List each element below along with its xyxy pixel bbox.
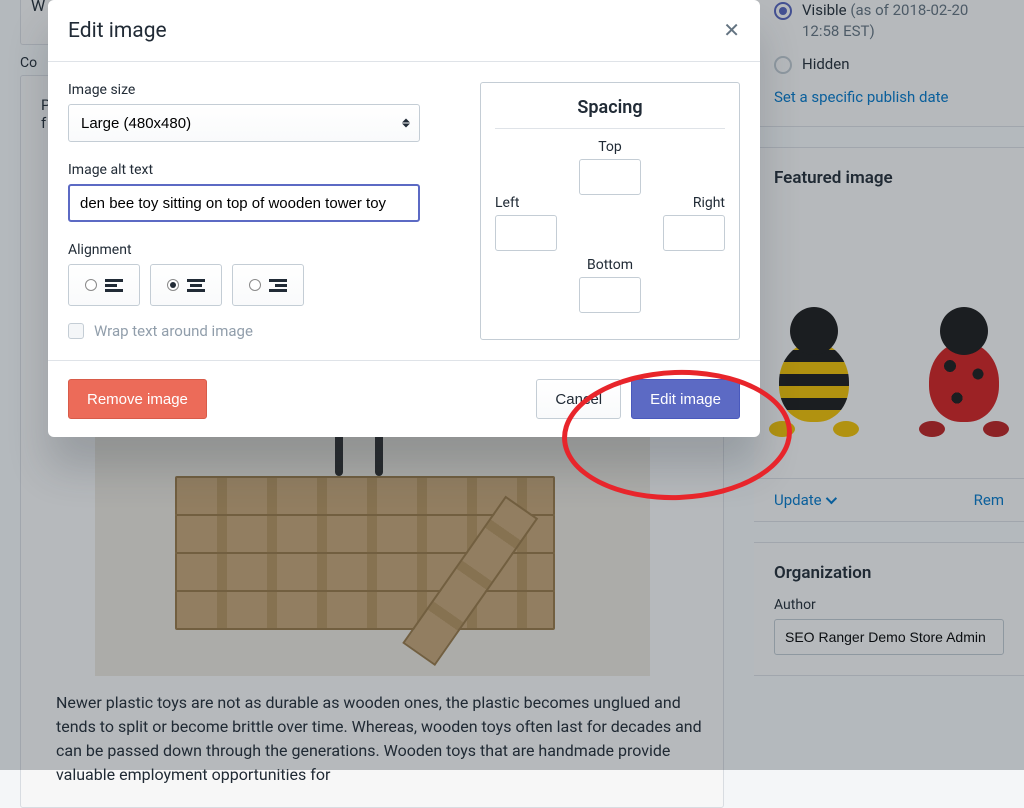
remove-image-button[interactable]: Remove image [68,379,207,419]
edit-image-modal: Edit image ✕ Image size Large (480x480) … [48,0,760,437]
spacing-right-input[interactable] [663,215,725,251]
cancel-button[interactable]: Cancel [536,379,621,419]
align-right-icon [269,279,287,292]
radio-icon [85,279,97,291]
checkbox-icon [68,323,84,339]
image-size-select[interactable]: Large (480x480) [68,104,420,142]
edit-image-button[interactable]: Edit image [631,379,740,419]
align-center-button[interactable] [150,264,222,306]
align-right-button[interactable] [232,264,304,306]
spacing-right-label: Right [693,195,725,211]
spacing-left-input[interactable] [495,215,557,251]
spacing-top-input[interactable] [579,159,641,195]
spacing-top-label: Top [598,139,622,155]
spacing-bottom-input[interactable] [579,277,641,313]
alt-text-label: Image alt text [68,162,420,178]
image-size-label: Image size [68,82,420,98]
radio-icon [167,279,179,291]
close-button[interactable]: ✕ [723,18,740,43]
align-left-icon [105,279,123,292]
spacing-bottom-label: Bottom [587,257,633,273]
align-left-button[interactable] [68,264,140,306]
wrap-text-label: Wrap text around image [94,322,253,340]
wrap-text-option: Wrap text around image [68,322,420,340]
align-center-icon [187,279,205,292]
radio-icon [249,279,261,291]
spacing-title: Spacing [495,97,725,129]
alignment-label: Alignment [68,242,420,258]
modal-title: Edit image [68,19,167,43]
spacing-left-label: Left [495,195,519,211]
spacing-panel: Spacing Top Left Right Bottom [480,82,740,340]
alt-text-input[interactable] [68,184,420,222]
